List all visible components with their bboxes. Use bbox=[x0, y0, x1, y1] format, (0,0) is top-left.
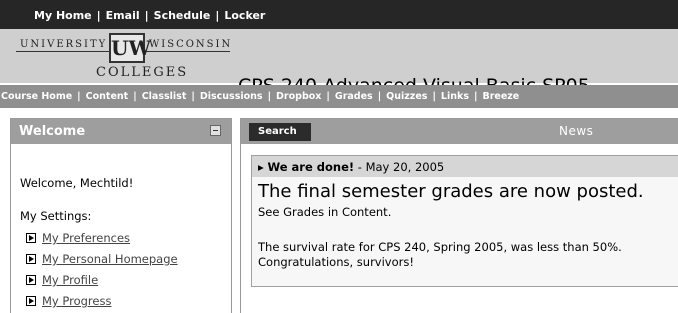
my-preferences-link[interactable]: My Preferences bbox=[26, 231, 130, 245]
logo-word-wisconsin: WISCONSIN bbox=[149, 39, 233, 50]
my-progress-link[interactable]: My Progress bbox=[26, 294, 111, 308]
link-label: My Preferences bbox=[42, 231, 131, 245]
course-nav-separator: | bbox=[267, 91, 272, 102]
arrow-box-icon bbox=[26, 275, 36, 285]
course-nav-separator: | bbox=[377, 91, 382, 102]
course-nav-course-home[interactable]: Course Home bbox=[1, 91, 72, 102]
link-label: My Personal Homepage bbox=[42, 252, 178, 266]
top-nav-separator: | bbox=[96, 8, 101, 22]
news-body-line: See Grades in Content. bbox=[258, 205, 392, 219]
course-nav-quizzes[interactable]: Quizzes bbox=[386, 91, 427, 102]
news-body-line: The survival rate for CPS 240, Spring 20… bbox=[258, 240, 622, 254]
news-panel-header: Search News bbox=[241, 119, 678, 144]
settings-label: My Settings: bbox=[20, 209, 92, 223]
welcome-panel-header: Welcome bbox=[11, 119, 231, 144]
top-nav: My Home | Email | Schedule | Locker bbox=[34, 5, 265, 25]
course-nav-dropbox[interactable]: Dropbox bbox=[276, 91, 321, 102]
uw-colleges-logo[interactable]: UNIVERSITY UW WISCONSIN COLLEGES bbox=[16, 33, 230, 81]
course-nav-separator: | bbox=[191, 91, 195, 102]
top-nav-separator: | bbox=[144, 8, 149, 22]
top-nav-separator: | bbox=[215, 8, 220, 22]
course-nav-discussions[interactable]: Discussions bbox=[200, 91, 263, 102]
news-item-date: - May 20, 2005 bbox=[354, 160, 445, 174]
arrow-box-icon bbox=[26, 233, 36, 243]
arrow-box-icon bbox=[26, 254, 36, 264]
welcome-greeting: Welcome, Mechtild! bbox=[20, 176, 134, 190]
top-nav-my-home[interactable]: My Home bbox=[34, 9, 92, 22]
my-profile-link[interactable]: My Profile bbox=[26, 273, 98, 287]
minus-box-icon[interactable] bbox=[210, 125, 221, 136]
welcome-panel-title: Welcome bbox=[19, 124, 86, 139]
link-label: My Profile bbox=[42, 273, 99, 287]
search-button[interactable]: Search bbox=[249, 123, 311, 141]
course-nav-classlist[interactable]: Classlist bbox=[142, 91, 187, 102]
link-label: My Progress bbox=[42, 294, 112, 308]
course-nav-breeze[interactable]: Breeze bbox=[482, 91, 519, 102]
news-item-header[interactable]: ▸ We are done! - May 20, 2005 bbox=[252, 156, 678, 177]
triangle-right-icon: ▸ bbox=[258, 160, 264, 174]
course-nav-grades[interactable]: Grades bbox=[335, 91, 373, 102]
news-panel: Search News ▸ We are done! - May 20, 200… bbox=[240, 118, 678, 313]
news-item-title: We are done! bbox=[267, 160, 355, 174]
logo-word-colleges: COLLEGES bbox=[96, 65, 189, 80]
arrow-box-icon bbox=[26, 296, 36, 306]
news-item: ▸ We are done! - May 20, 2005 The final … bbox=[251, 155, 678, 287]
news-panel-title: News bbox=[559, 124, 594, 138]
course-header: UNIVERSITY UW WISCONSIN COLLEGES CPS 240… bbox=[0, 29, 678, 97]
top-bar: My Home | Email | Schedule | Locker bbox=[0, 0, 678, 29]
course-nav-content[interactable]: Content bbox=[86, 91, 129, 102]
course-nav: Course Home | Content | Classlist | Disc… bbox=[0, 85, 678, 108]
course-nav-separator: | bbox=[133, 91, 137, 102]
my-personal-homepage-link[interactable]: My Personal Homepage bbox=[26, 252, 178, 266]
welcome-panel: Welcome Welcome, Mechtild! My Settings: … bbox=[10, 118, 232, 313]
course-nav-separator: | bbox=[432, 91, 436, 102]
course-nav-separator: | bbox=[473, 91, 478, 102]
logo-uw-mark: UW bbox=[109, 33, 151, 63]
logo-word-university: UNIVERSITY bbox=[20, 39, 108, 50]
course-nav-separator: | bbox=[77, 91, 81, 102]
top-nav-locker[interactable]: Locker bbox=[224, 9, 265, 22]
top-nav-schedule[interactable]: Schedule bbox=[154, 9, 211, 22]
course-nav-links[interactable]: Links bbox=[441, 91, 469, 102]
top-nav-email[interactable]: Email bbox=[106, 9, 140, 22]
news-headline: The final semester grades are now posted… bbox=[258, 181, 644, 202]
course-nav-separator: | bbox=[326, 91, 330, 102]
news-body-line: Congratulations, survivors! bbox=[258, 255, 414, 269]
